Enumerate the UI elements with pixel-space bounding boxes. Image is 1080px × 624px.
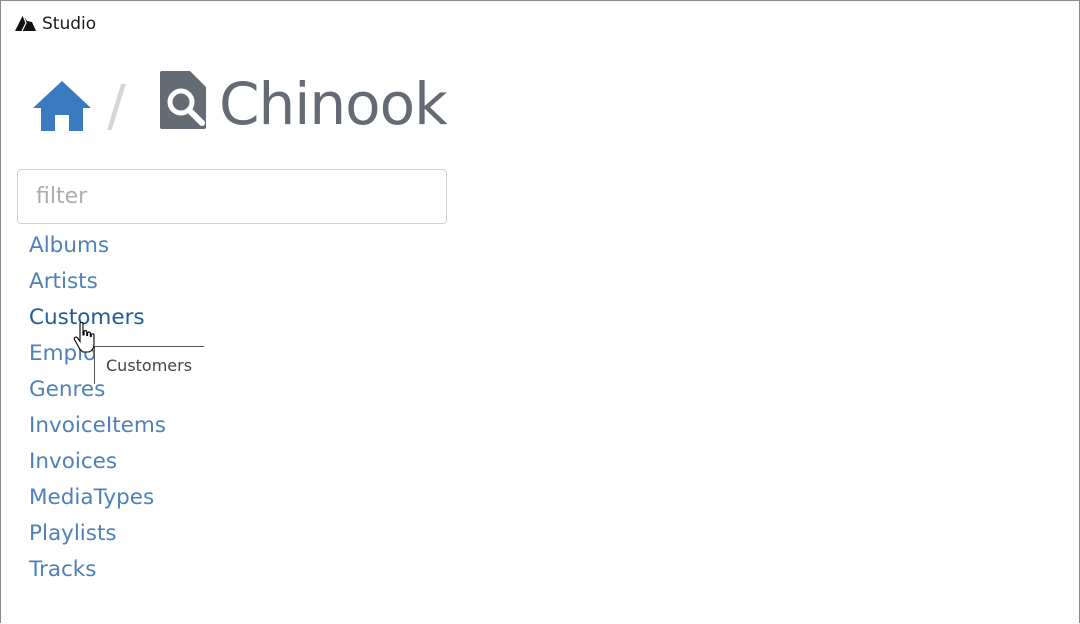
list-item: Albums (29, 228, 166, 264)
list-item: Customers (29, 300, 166, 336)
breadcrumb-separator: / (107, 74, 126, 139)
list-item: Tracks (29, 552, 166, 588)
table-link-albums[interactable]: Albums (29, 233, 109, 258)
list-item: Playlists (29, 516, 166, 552)
filter-input[interactable] (17, 169, 447, 224)
list-item: MediaTypes (29, 480, 166, 516)
list-item: Artists (29, 264, 166, 300)
tooltip: Customers (94, 346, 204, 384)
database-search-icon (160, 71, 206, 129)
home-icon[interactable] (31, 79, 93, 133)
list-item: Invoices (29, 444, 166, 480)
shark-fin-icon (15, 14, 36, 32)
title-bar: Studio (1, 1, 1079, 45)
table-link-playlists[interactable]: Playlists (29, 521, 117, 546)
table-link-artists[interactable]: Artists (29, 269, 98, 294)
table-link-tracks[interactable]: Tracks (29, 557, 96, 582)
list-item: InvoiceItems (29, 408, 166, 444)
table-link-invoices[interactable]: Invoices (29, 449, 117, 474)
table-link-invoiceitems[interactable]: InvoiceItems (29, 413, 166, 438)
table-link-customers[interactable]: Customers (29, 305, 145, 330)
window-title: Studio (42, 14, 97, 34)
app-window: Studio / Chinook AlbumsArtistsCustomersE… (0, 0, 1080, 623)
table-link-mediatypes[interactable]: MediaTypes (29, 485, 154, 510)
database-title: Chinook (219, 70, 448, 138)
table-list: Albums Artists Customers Employees Genres Inv… (29, 228, 166, 588)
